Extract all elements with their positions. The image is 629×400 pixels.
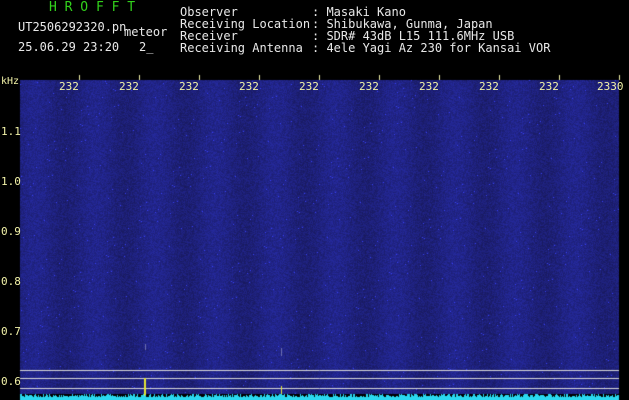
x-tick-label: 232	[479, 80, 499, 93]
x-tick-label: 2330	[597, 80, 624, 93]
x-tick-label: 232	[299, 80, 319, 93]
mode-label: meteor	[124, 25, 168, 39]
header-panel: H R O F F T UT2506292320.pn meteor 25.06…	[0, 0, 629, 72]
x-tick-label: 232	[359, 80, 379, 93]
y-tick-label: 1.0	[1, 175, 21, 188]
x-tick-label: 232	[419, 80, 439, 93]
filename: UT2506292320.pn	[18, 20, 127, 34]
y-tick-label: 0.7	[1, 325, 21, 338]
y-tick-label: 1.1	[1, 125, 21, 138]
antenna-value: : 4ele Yagi Az 230 for Kansai VOR	[312, 41, 551, 55]
x-tick-label: 232	[179, 80, 199, 93]
y-axis-unit: kHz	[1, 76, 20, 87]
program-title: H R O F F T	[49, 0, 136, 15]
spectrogram-canvas	[0, 72, 629, 400]
counter: 2_	[139, 40, 154, 54]
x-tick-label: 232	[239, 80, 259, 93]
x-tick-label: 232	[119, 80, 139, 93]
y-tick-label: 0.6	[1, 375, 21, 388]
x-tick-label: 232	[539, 80, 559, 93]
date-time: 25.06.29 23:20	[18, 40, 120, 54]
antenna-label: Receiving Antenna	[180, 41, 303, 55]
y-tick-label: 0.8	[1, 275, 21, 288]
x-tick-label: 232	[59, 80, 79, 93]
y-tick-label: 0.9	[1, 225, 21, 238]
